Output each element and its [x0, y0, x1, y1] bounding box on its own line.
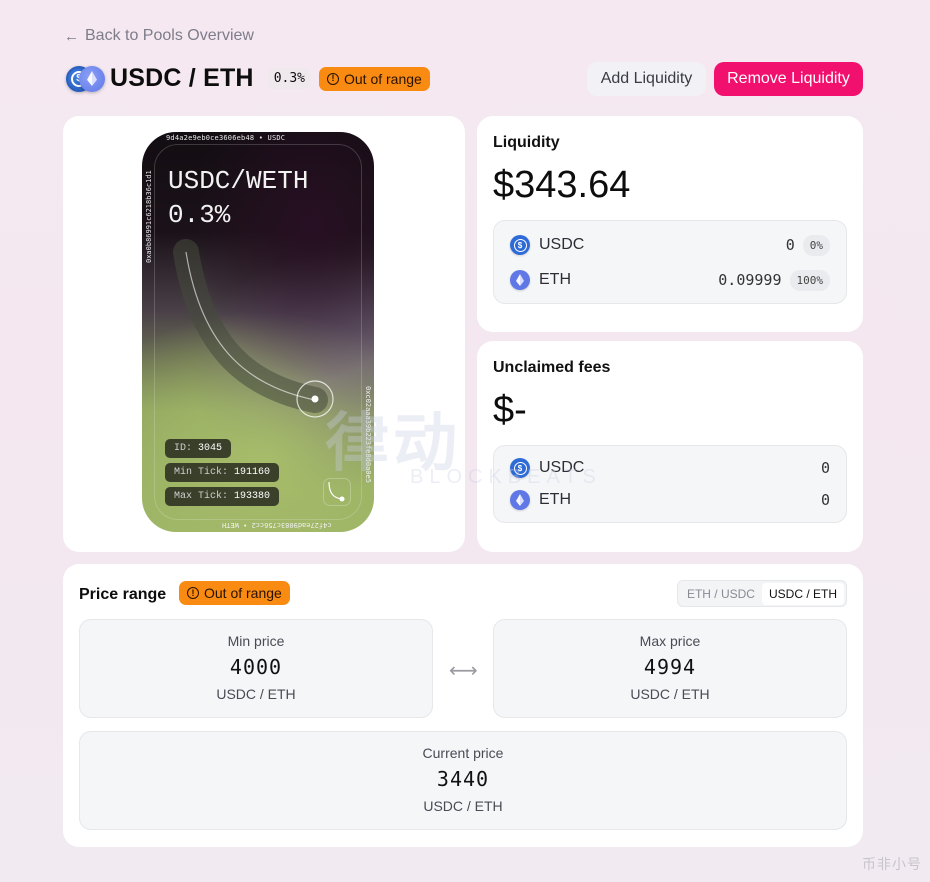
nft-title: USDC/WETH 0.3% — [168, 164, 308, 232]
eth-icon — [510, 270, 530, 290]
fees-label: Unclaimed fees — [493, 359, 611, 376]
position-nft-card: 9d4a2e9eb0ce3606eb48 • USDC 0xa0b86991c6… — [63, 116, 465, 552]
arrow-left-icon: ← — [64, 27, 79, 45]
nft-min-tick-value: 191160 — [234, 467, 271, 478]
price-range-status-badge: ! Out of range — [179, 581, 290, 605]
fees-token-list: $ USDC 0 ETH 0 — [493, 445, 847, 523]
position-header: $ USDC / ETH 0.3% ! Out of range — [66, 64, 430, 93]
nft-id-pill: ID: 3045 — [165, 439, 232, 458]
current-price-label: Current price — [422, 745, 504, 761]
add-liquidity-button[interactable]: Add Liquidity — [587, 62, 706, 96]
max-price-box: Max price 4994 USDC / ETH — [493, 619, 847, 718]
unclaimed-fees-card: Unclaimed fees $- $ USDC 0 ETH 0 — [477, 341, 863, 552]
list-item: $ USDC 0 — [510, 456, 830, 480]
max-price-label: Max price — [639, 633, 701, 649]
status-badge-label: Out of range — [344, 70, 422, 87]
price-range-title: Price range — [79, 586, 167, 603]
token-percent: 0% — [802, 234, 830, 256]
eth-icon — [79, 65, 105, 92]
alert-circle-icon: ! — [187, 587, 199, 599]
nft-id-label: ID: — [174, 443, 193, 454]
nft-max-tick-value: 193380 — [234, 491, 271, 502]
min-price-unit: USDC / ETH — [216, 686, 296, 702]
nft-min-tick-pill: Min Tick: 191160 — [165, 463, 280, 482]
list-item: $ USDC 0 0% — [510, 233, 830, 257]
min-price-box: Min price 4000 USDC / ETH — [79, 619, 433, 718]
eth-icon — [510, 490, 530, 510]
token-symbol: USDC — [539, 236, 585, 253]
current-price-unit: USDC / ETH — [423, 798, 503, 814]
price-range-card: Price range ! Out of range ETH / USDC US… — [63, 564, 863, 847]
token-symbol: ETH — [539, 271, 571, 288]
nft-address-right: 0xc02aaa39b223fe8d0a0e5 — [364, 386, 372, 483]
nft-max-tick-label: Max Tick: — [174, 491, 229, 502]
nft-address-left: 0xa0b86991c6218b36c1d1 — [145, 170, 153, 263]
toggle-eth-usdc[interactable]: ETH / USDC — [680, 583, 762, 605]
nft-min-tick-label: Min Tick: — [174, 467, 229, 478]
token-amount: 0.09999 — [718, 271, 782, 289]
min-price-value: 4000 — [229, 655, 283, 679]
list-item: ETH 0 — [510, 488, 830, 512]
corner-watermark: 币非小号 — [862, 856, 922, 872]
nft-address-top: 9d4a2e9eb0ce3606eb48 • USDC — [166, 134, 286, 142]
liquidity-value: $343.64 — [493, 164, 631, 206]
nft-fee: 0.3% — [168, 200, 231, 230]
current-price-value: 3440 — [436, 767, 490, 791]
nft-address-bottom: c4f27ead9083c756cc2 • WETH — [222, 521, 332, 529]
nft-max-tick-pill: Max Tick: 193380 — [165, 487, 280, 506]
list-item: ETH 0.09999 100% — [510, 268, 830, 292]
back-link-label: Back to Pools Overview — [85, 27, 254, 44]
max-price-value: 4994 — [643, 655, 697, 679]
fee-tier-badge: 0.3% — [267, 68, 311, 89]
status-badge-label: Out of range — [204, 585, 282, 601]
current-price-box: Current price 3440 USDC / ETH — [79, 731, 847, 830]
token-pair-icons: $ — [66, 65, 105, 93]
liquidity-label: Liquidity — [493, 134, 560, 151]
usdc-icon: $ — [510, 458, 530, 478]
toggle-usdc-eth[interactable]: USDC / ETH — [761, 582, 844, 605]
alert-circle-icon: ! — [327, 72, 339, 85]
remove-liquidity-button[interactable]: Remove Liquidity — [714, 62, 863, 96]
token-percent: 100% — [789, 269, 830, 291]
liquidity-card: Liquidity $343.64 $ USDC 0 0% ETH 0.0999… — [477, 116, 863, 332]
token-symbol: ETH — [539, 491, 571, 508]
token-amount: 0 — [785, 236, 795, 254]
liquidity-token-list: $ USDC 0 0% ETH 0.09999 100% — [493, 220, 847, 304]
arrow-left-right-icon: ⟷ — [449, 660, 478, 682]
min-price-label: Min price — [227, 633, 285, 649]
nft-pair: USDC/WETH — [168, 166, 309, 196]
token-symbol: USDC — [539, 459, 585, 476]
position-nft-image: 9d4a2e9eb0ce3606eb48 • USDC 0xa0b86991c6… — [142, 132, 374, 532]
price-unit-toggle: ETH / USDC USDC / ETH — [676, 580, 847, 607]
max-price-unit: USDC / ETH — [630, 686, 710, 702]
nft-range-mini-icon — [323, 478, 351, 506]
back-to-pools-link[interactable]: ← Back to Pools Overview — [64, 27, 254, 45]
status-badge: ! Out of range — [319, 66, 430, 91]
nft-id-value: 3045 — [198, 443, 223, 454]
usdc-icon: $ — [510, 235, 530, 255]
fees-value: $- — [493, 389, 527, 431]
token-amount: 0 — [820, 459, 830, 477]
token-amount: 0 — [820, 491, 830, 509]
page-title: USDC / ETH — [110, 64, 254, 92]
